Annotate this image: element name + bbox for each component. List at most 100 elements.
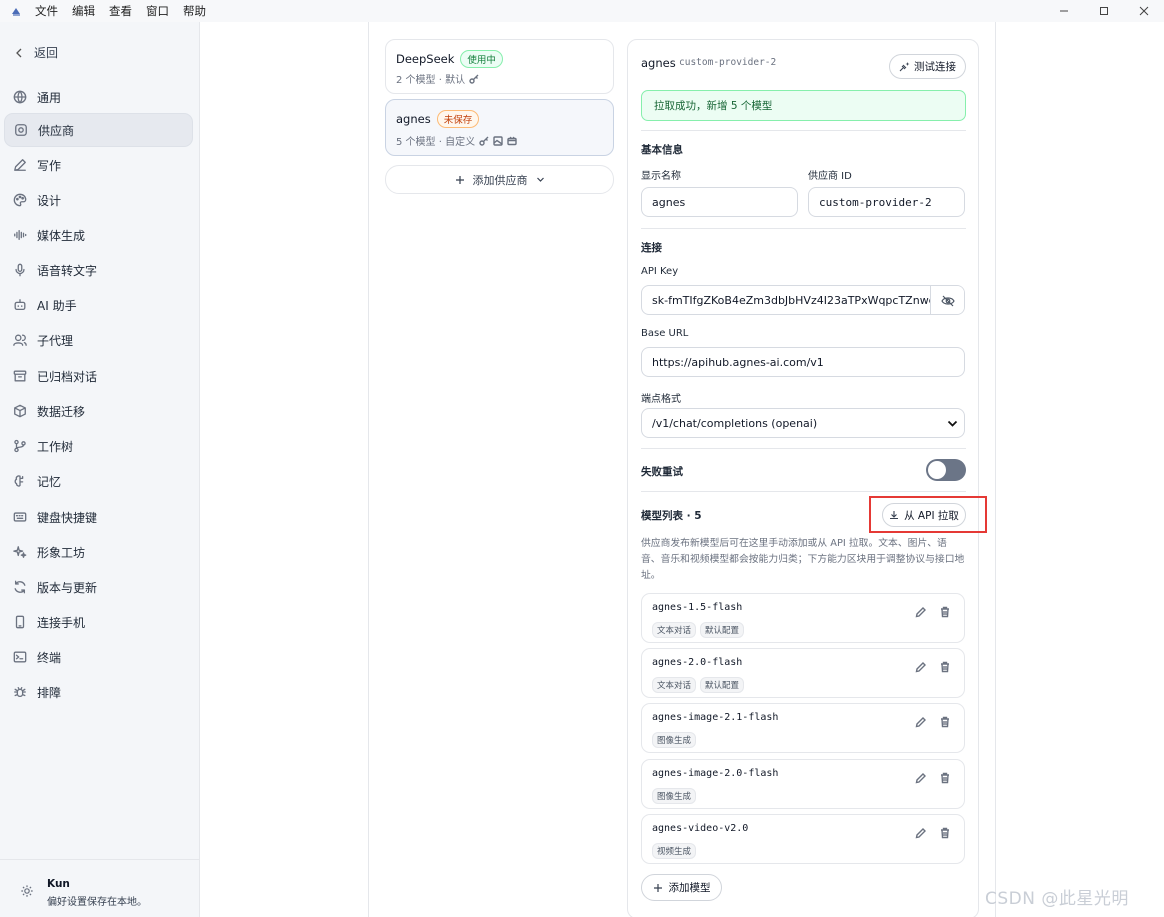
- back-button[interactable]: 返回: [14, 44, 58, 61]
- sidebar-item-ai-assistant[interactable]: AI 助手: [4, 288, 193, 322]
- sidebar-item-writing[interactable]: 写作: [4, 148, 193, 182]
- keyboard-icon: [13, 512, 27, 522]
- menu-edit[interactable]: 编辑: [72, 3, 95, 19]
- sidebar-item-updates[interactable]: 版本与更新: [4, 570, 193, 604]
- sidebar-item-label: 记忆: [37, 474, 62, 489]
- sidebar-item-shortcuts[interactable]: 键盘快捷键: [4, 500, 193, 534]
- user-profile[interactable]: Kun 偏好设置保存在本地。: [0, 859, 199, 917]
- model-list-heading: 模型列表 · 5: [641, 510, 702, 522]
- status-badge: 未保存: [436, 110, 480, 128]
- menu-window[interactable]: 窗口: [146, 3, 169, 19]
- sidebar-item-label: 通用: [37, 90, 62, 105]
- eye-off-icon: [940, 295, 955, 307]
- add-provider-button[interactable]: 添加供应商: [385, 165, 614, 194]
- model-item[interactable]: agnes-image-2.0-flash 图像生成: [641, 759, 965, 809]
- provider-detail-panel: agnes custom-provider-2 测试连接 拉取成功，新增 5 个…: [627, 39, 987, 917]
- add-provider-label: 添加供应商: [472, 173, 528, 187]
- sidebar-item-worktree[interactable]: 工作树: [4, 429, 193, 463]
- model-item[interactable]: agnes-video-v2.0 视频生成: [641, 814, 965, 864]
- app-logo-icon: [12, 8, 20, 16]
- watermark: CSDN @此星光明: [985, 889, 1129, 909]
- maximize-button[interactable]: [1084, 0, 1124, 22]
- display-name-input[interactable]: agnes: [641, 187, 798, 217]
- menu-view[interactable]: 查看: [109, 3, 132, 19]
- test-connection-label: 测试连接: [914, 61, 956, 73]
- menu-help[interactable]: 帮助: [183, 3, 206, 19]
- add-model-label: 添加模型: [668, 882, 711, 894]
- edit-icon[interactable]: [915, 661, 927, 673]
- gear-icon: [21, 885, 33, 897]
- sidebar-item-general[interactable]: 通用: [4, 80, 193, 114]
- menu-file[interactable]: 文件: [35, 3, 58, 19]
- model-item[interactable]: agnes-1.5-flash 文本对话 默认配置: [641, 593, 965, 643]
- sidebar-item-label: 排障: [37, 685, 62, 700]
- sidebar-item-subagents[interactable]: 子代理: [4, 323, 193, 357]
- sidebar-item-label: 版本与更新: [37, 580, 98, 595]
- sidebar-item-archived[interactable]: 已归档对话: [4, 359, 193, 393]
- plus-icon: [455, 175, 464, 184]
- sidebar-item-design[interactable]: 设计: [4, 183, 193, 217]
- model-name: agnes-image-2.0-flash: [652, 768, 779, 779]
- model-item[interactable]: agnes-image-2.1-flash 图像生成: [641, 703, 965, 753]
- detail-subtitle: custom-provider-2: [679, 57, 777, 68]
- model-name: agnes-video-v2.0: [652, 823, 749, 834]
- trash-icon[interactable]: [939, 772, 951, 784]
- plus-icon: [653, 883, 662, 892]
- trash-icon[interactable]: [939, 716, 951, 728]
- sidebar-item-migration[interactable]: 数据迁移: [4, 394, 193, 428]
- base-url-input[interactable]: https://apihub.agnes-ai.com/v1: [641, 347, 965, 377]
- edit-icon[interactable]: [915, 827, 927, 839]
- close-icon: [1139, 6, 1149, 16]
- trash-icon[interactable]: [939, 606, 951, 618]
- sidebar-item-providers[interactable]: 供应商: [4, 113, 193, 147]
- capability-tag: 文本对话: [652, 622, 697, 638]
- edit-icon[interactable]: [915, 716, 927, 728]
- plug-sparkle-icon: [899, 62, 910, 72]
- maximize-icon: [1100, 7, 1108, 15]
- model-name: agnes-1.5-flash: [652, 602, 743, 613]
- provider-name: DeepSeek: [396, 52, 455, 66]
- trash-icon[interactable]: [939, 827, 951, 839]
- sidebar-item-avatar-studio[interactable]: 形象工坊: [4, 535, 193, 569]
- provider-meta: 5 个模型 · 自定义: [396, 137, 476, 148]
- endpoint-format-select[interactable]: /v1/chat/completions (openai): [641, 408, 965, 438]
- sidebar-item-label: 数据迁移: [37, 404, 86, 419]
- provider-card-agnes[interactable]: agnes 未保存 5 个模型 · 自定义: [385, 99, 614, 156]
- sidebar-item-memory[interactable]: 记忆: [4, 464, 193, 498]
- minimize-button[interactable]: [1044, 0, 1084, 22]
- sidebar-item-media[interactable]: 媒体生成: [4, 218, 193, 252]
- waveform-icon: [14, 229, 27, 241]
- provider-id-input[interactable]: custom-provider-2: [808, 187, 965, 217]
- sidebar-item-terminal[interactable]: 终端: [4, 640, 193, 674]
- sidebar-item-phone[interactable]: 连接手机: [4, 605, 193, 639]
- sidebar-item-label: 媒体生成: [37, 228, 86, 243]
- capability-tag: 图像生成: [652, 788, 697, 804]
- sidebar-item-troubleshoot[interactable]: 排障: [4, 675, 193, 709]
- api-key-input[interactable]: sk-fmTIfgZKoB4eZm3dbJbHVz4I23aTPxWqpcTZn…: [641, 285, 965, 315]
- api-key-value: sk-fmTIfgZKoB4eZm3dbJbHVz4I23aTPxWqpcTZn…: [652, 293, 935, 307]
- brain-icon: [14, 475, 24, 487]
- add-model-button[interactable]: 添加模型: [641, 874, 722, 901]
- base-url-label: Base URL: [641, 328, 689, 339]
- annotation-highlight-box: [869, 496, 987, 533]
- edit-icon[interactable]: [915, 606, 927, 618]
- model-item[interactable]: agnes-2.0-flash 文本对话 默认配置: [641, 648, 965, 698]
- trash-icon[interactable]: [939, 661, 951, 673]
- test-connection-button[interactable]: 测试连接: [889, 54, 966, 79]
- provider-card-deepseek[interactable]: DeepSeek 使用中 2 个模型 · 默认: [385, 39, 614, 94]
- pen-icon: [14, 159, 26, 171]
- phone-icon: [15, 615, 25, 629]
- close-button[interactable]: [1124, 0, 1164, 22]
- sidebar-item-speech[interactable]: 语音转文字: [4, 253, 193, 287]
- toggle-visibility-button[interactable]: [930, 286, 964, 314]
- edit-icon[interactable]: [915, 772, 927, 784]
- connection-heading: 连接: [641, 242, 662, 254]
- box-icon: [14, 404, 26, 418]
- sidebar-item-label: 键盘快捷键: [37, 510, 98, 525]
- retry-toggle[interactable]: [926, 459, 966, 481]
- basic-info-heading: 基本信息: [641, 144, 683, 156]
- status-badge: 使用中: [460, 50, 503, 68]
- user-note: 偏好设置保存在本地。: [47, 897, 147, 908]
- git-branch-icon: [14, 439, 26, 453]
- retry-label: 失败重试: [641, 466, 683, 478]
